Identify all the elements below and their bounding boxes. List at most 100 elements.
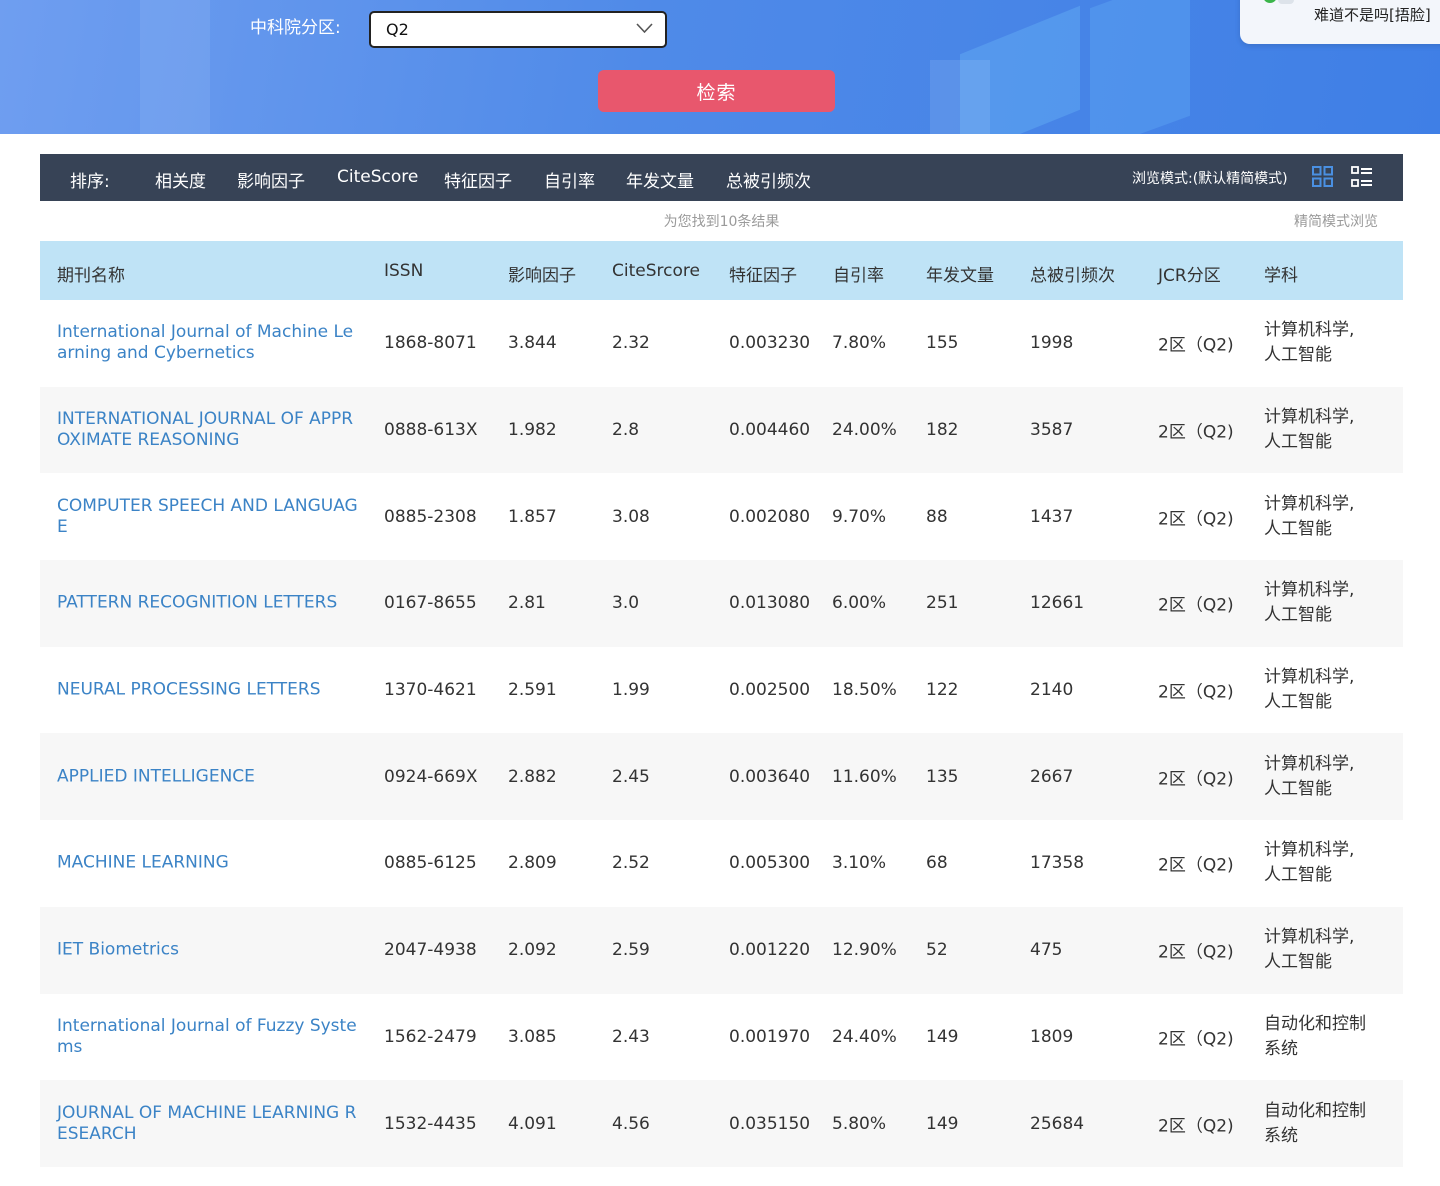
column-header: ISSN (384, 261, 424, 281)
eigenfactor-cell: 0.003640 (729, 766, 811, 787)
jcr-partition-cell: 2区（Q2) (1158, 1029, 1234, 1050)
eigenfactor-cell: 0.013080 (729, 593, 811, 614)
journal-name-link[interactable]: PATTERN RECOGNITION LETTERS (57, 593, 362, 614)
list-view-icon[interactable] (1351, 166, 1373, 188)
annual-articles-cell: 149 (926, 1026, 959, 1047)
column-header: 自引率 (833, 266, 884, 286)
citescore-cell: 2.43 (612, 1026, 650, 1047)
issn-cell: 2047-4938 (384, 940, 477, 961)
citescore-cell: 2.32 (612, 333, 650, 354)
sort-bar: 排序: 相关度 影响因子 CiteScore 特征因子 自引率 年发文量 总被引… (40, 154, 1403, 201)
total-citations-cell: 2667 (1030, 766, 1074, 787)
issn-cell: 1562-2479 (384, 1026, 477, 1047)
journal-name-link[interactable]: MACHINE LEARNING (57, 853, 362, 874)
total-citations-cell: 3587 (1030, 420, 1074, 441)
chat-notification[interactable]: 难道不是吗[捂脸] (1240, 0, 1440, 44)
journal-name-link[interactable]: INTERNATIONAL JOURNAL OF APPROXIMATE REA… (57, 409, 362, 451)
issn-cell: 1868-8071 (384, 333, 477, 354)
annual-articles-cell: 251 (926, 593, 959, 614)
table-row: MACHINE LEARNING 0885-6125 2.809 2.52 0.0053… (40, 820, 1403, 907)
partition-select[interactable]: Q2 (369, 11, 667, 48)
journal-name-link[interactable]: International Journal of Machine Learnin… (57, 322, 362, 364)
column-header: 影响因子 (508, 266, 576, 286)
issn-cell: 0924-669X (384, 766, 478, 787)
subject-cell: 计算机科学, 人工智能 (1264, 580, 1355, 626)
citescore-cell: 2.45 (612, 766, 650, 787)
total-citations-cell: 1809 (1030, 1026, 1074, 1047)
journal-name-link[interactable]: APPLIED INTELLIGENCE (57, 766, 362, 787)
table-row: International Journal of Machine Learnin… (40, 300, 1403, 387)
simple-mode-link[interactable]: 精简模式浏览 (1294, 211, 1378, 231)
annual-articles-cell: 68 (926, 853, 948, 874)
avatar-icon (1264, 0, 1294, 4)
view-mode-label: 浏览模式:(默认精简模式) (1132, 171, 1288, 187)
notification-text: 难道不是吗[捂脸] (1314, 6, 1431, 24)
table-row: INTERNATIONAL JOURNAL OF APPROXIMATE REA… (40, 386, 1403, 474)
citescore-cell: 2.8 (612, 420, 640, 441)
eigenfactor-cell: 0.005300 (729, 853, 811, 874)
impact-factor-cell: 2.591 (508, 680, 557, 701)
subject-cell: 计算机科学, 人工智能 (1264, 667, 1355, 713)
self-citation-cell: 9.70% (832, 506, 887, 527)
issn-cell: 1532-4435 (384, 1113, 477, 1134)
sort-impact-factor[interactable]: 影响因子 (237, 167, 305, 192)
issn-cell: 0167-8655 (384, 593, 477, 614)
column-header: 学科 (1264, 266, 1298, 286)
journal-name-link[interactable]: JOURNAL OF MACHINE LEARNING RESEARCH (57, 1103, 362, 1145)
column-header: JCR分区 (1158, 266, 1221, 286)
grid-view-icon[interactable] (1312, 166, 1333, 187)
jcr-partition-cell: 2区（Q2) (1158, 1116, 1234, 1137)
column-header: CiteSrcore (612, 261, 700, 281)
self-citation-cell: 24.00% (832, 420, 897, 441)
subject-cell: 计算机科学, 人工智能 (1264, 407, 1355, 453)
citescore-cell: 3.08 (612, 506, 650, 527)
partition-filter-label: 中科院分区: (250, 18, 341, 38)
journal-name-link[interactable]: NEURAL PROCESSING LETTERS (57, 680, 362, 701)
citescore-cell: 4.56 (612, 1113, 650, 1134)
partition-select-value: Q2 (386, 20, 409, 39)
subject-cell: 计算机科学, 人工智能 (1264, 840, 1355, 886)
impact-factor-cell: 1.982 (508, 420, 557, 441)
self-citation-cell: 18.50% (832, 680, 897, 701)
eigenfactor-cell: 0.035150 (729, 1113, 811, 1134)
banner-decoration (930, 60, 990, 134)
impact-factor-cell: 1.857 (508, 506, 557, 527)
self-citation-cell: 6.00% (832, 593, 887, 614)
table-row: JOURNAL OF MACHINE LEARNING RESEARCH 1532… (40, 1080, 1403, 1167)
issn-cell: 0885-2308 (384, 506, 477, 527)
sort-eigenfactor[interactable]: 特征因子 (444, 167, 512, 192)
annual-articles-cell: 135 (926, 766, 959, 787)
total-citations-cell: 1437 (1030, 506, 1074, 527)
impact-factor-cell: 4.091 (508, 1113, 557, 1134)
impact-factor-cell: 2.81 (508, 593, 546, 614)
total-citations-cell: 2140 (1030, 680, 1074, 701)
sort-self-citation[interactable]: 自引率 (544, 167, 595, 192)
subject-cell: 计算机科学, 人工智能 (1264, 493, 1355, 539)
journal-name-link[interactable]: IET Biometrics (57, 940, 362, 961)
annual-articles-cell: 149 (926, 1113, 959, 1134)
jcr-partition-cell: 2区（Q2) (1158, 855, 1234, 876)
sort-annual-articles[interactable]: 年发文量 (626, 167, 694, 192)
table-row: International Journal of Fuzzy Systems 15… (40, 994, 1403, 1081)
eigenfactor-cell: 0.001220 (729, 940, 811, 961)
sort-relevance[interactable]: 相关度 (155, 167, 206, 192)
total-citations-cell: 17358 (1030, 853, 1085, 874)
jcr-partition-cell: 2区（Q2) (1158, 422, 1234, 443)
search-button[interactable]: 检索 (598, 70, 835, 112)
subject-cell: 计算机科学, 人工智能 (1264, 927, 1355, 973)
sort-total-citations[interactable]: 总被引频次 (726, 167, 811, 192)
jcr-partition-cell: 2区（Q2) (1158, 335, 1234, 356)
eigenfactor-cell: 0.003230 (729, 333, 811, 354)
jcr-partition-cell: 2区（Q2) (1158, 769, 1234, 790)
self-citation-cell: 3.10% (832, 853, 887, 874)
journal-name-link[interactable]: International Journal of Fuzzy Systems (57, 1016, 362, 1058)
impact-factor-cell: 2.092 (508, 940, 557, 961)
jcr-partition-cell: 2区（Q2) (1158, 942, 1234, 963)
total-citations-cell: 475 (1030, 940, 1063, 961)
sort-citescore[interactable]: CiteScore (337, 167, 418, 187)
annual-articles-cell: 122 (926, 680, 959, 701)
citescore-cell: 2.52 (612, 853, 650, 874)
chevron-down-icon (636, 23, 653, 34)
journal-name-link[interactable]: COMPUTER SPEECH AND LANGUAGE (57, 496, 362, 538)
jcr-partition-cell: 2区（Q2) (1158, 509, 1234, 530)
